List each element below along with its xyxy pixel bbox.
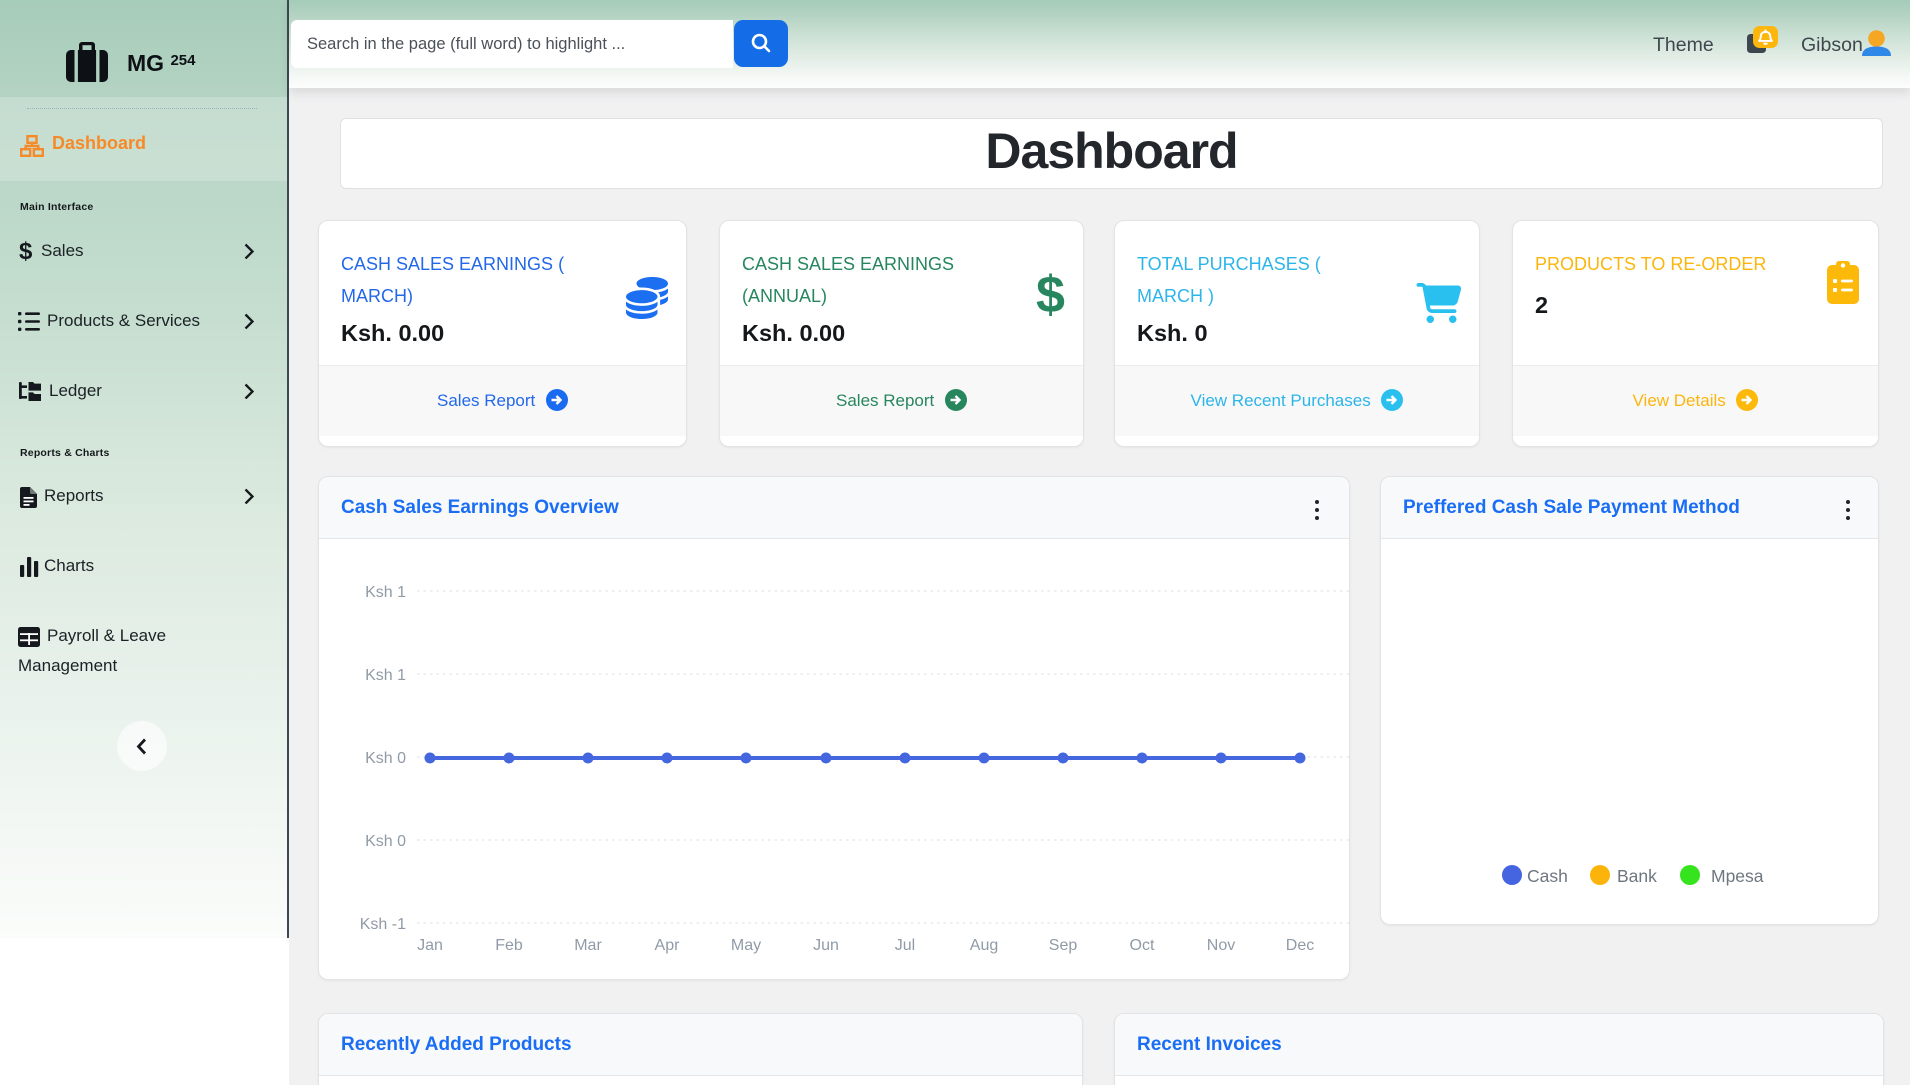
- svg-text:Ksh 1: Ksh 1: [365, 584, 406, 601]
- svg-text:Nov: Nov: [1207, 937, 1235, 954]
- svg-text:Feb: Feb: [495, 937, 523, 954]
- svg-text:Dec: Dec: [1286, 937, 1314, 954]
- svg-text:Ksh 0: Ksh 0: [365, 833, 406, 850]
- svg-text:Oct: Oct: [1130, 937, 1155, 954]
- svg-text:Apr: Apr: [655, 937, 681, 954]
- svg-text:Jun: Jun: [813, 937, 839, 954]
- svg-text:Jul: Jul: [895, 937, 915, 954]
- svg-text:Ksh 1: Ksh 1: [365, 667, 406, 684]
- svg-text:Aug: Aug: [970, 937, 998, 954]
- svg-text:Jan: Jan: [417, 937, 443, 954]
- svg-text:Ksh 0: Ksh 0: [365, 750, 406, 767]
- svg-text:Ksh -1: Ksh -1: [360, 916, 406, 933]
- svg-text:May: May: [731, 937, 761, 954]
- svg-text:Sep: Sep: [1049, 937, 1078, 954]
- svg-text:Mar: Mar: [574, 937, 602, 954]
